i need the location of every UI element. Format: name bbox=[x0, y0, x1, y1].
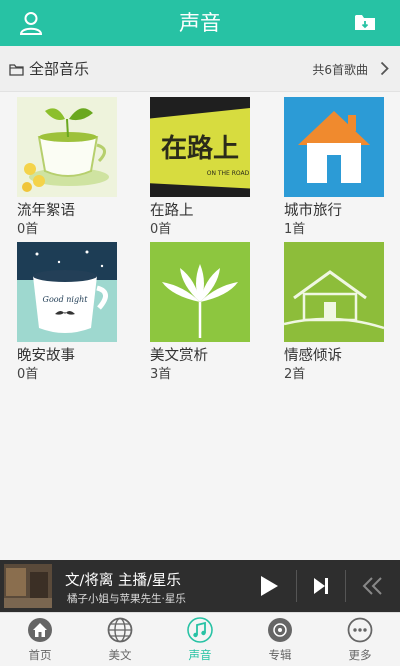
tab-label: 美文 bbox=[108, 648, 132, 662]
tab-albums[interactable]: 专辑 bbox=[240, 613, 320, 666]
album-cover-good-night-mug: Good night bbox=[17, 242, 117, 342]
folder-icon bbox=[9, 61, 24, 76]
album-song-count: 3首 bbox=[150, 367, 172, 382]
album-card[interactable]: 在路上 ON THE ROAD 在路上 0首 bbox=[150, 97, 250, 239]
tab-label: 更多 bbox=[348, 648, 372, 662]
album-card[interactable]: 城市旅行 1首 bbox=[284, 97, 384, 239]
album-name: 在路上 bbox=[150, 203, 194, 219]
now-playing-title: 文/将离 主播/星乐 bbox=[65, 573, 181, 589]
all-music-header[interactable]: 全部音乐 共6首歌曲 bbox=[0, 46, 400, 92]
all-music-label: 全部音乐 bbox=[29, 60, 90, 78]
album-name: 城市旅行 bbox=[284, 203, 342, 219]
player-divider bbox=[296, 570, 297, 602]
disc-icon bbox=[267, 617, 293, 643]
tab-label: 专辑 bbox=[268, 648, 292, 662]
cover-road-subtext: ON THE ROAD bbox=[207, 170, 250, 177]
album-song-count: 2首 bbox=[284, 367, 306, 382]
globe-icon bbox=[107, 617, 133, 643]
now-playing-artist: 橘子小姐与苹果先生·星乐 bbox=[67, 593, 186, 605]
home-icon bbox=[27, 617, 53, 643]
play-button[interactable] bbox=[248, 568, 288, 604]
player-divider bbox=[345, 570, 346, 602]
tab-label: 声音 bbox=[188, 648, 212, 662]
mini-player[interactable]: 文/将离 主播/星乐 橘子小姐与苹果先生·星乐 bbox=[0, 560, 400, 612]
tab-audio[interactable]: 声音 bbox=[160, 613, 240, 666]
album-song-count: 1首 bbox=[284, 222, 306, 237]
album-cover-green-house bbox=[284, 242, 384, 342]
cover-road-text: 在路上 bbox=[161, 133, 239, 164]
album-song-count: 0首 bbox=[17, 367, 39, 382]
album-grid: 流年絮语 0首 在路上 ON THE ROAD 在路上 0首 城市旅行 1首 G… bbox=[0, 92, 400, 560]
now-playing-cover[interactable] bbox=[4, 564, 52, 608]
album-cover-on-the-road: 在路上 ON THE ROAD bbox=[150, 97, 250, 197]
tab-home[interactable]: 首页 bbox=[0, 613, 80, 666]
tab-more[interactable]: 更多 bbox=[320, 613, 400, 666]
album-card[interactable]: 情感倾诉 2首 bbox=[284, 242, 384, 384]
collapse-player-icon[interactable] bbox=[354, 570, 394, 602]
album-cover-lotus bbox=[150, 242, 250, 342]
more-icon bbox=[347, 617, 373, 643]
album-card[interactable]: Good night 晚安故事 0首 bbox=[17, 242, 117, 384]
chevron-right-icon[interactable] bbox=[380, 61, 389, 76]
album-card[interactable]: 流年絮语 0首 bbox=[17, 97, 117, 239]
next-track-button[interactable] bbox=[300, 568, 340, 604]
bottom-tab-bar: 首页 美文 声音 专辑 更多 bbox=[0, 612, 400, 666]
album-song-count: 0首 bbox=[17, 222, 39, 237]
album-card[interactable]: 美文赏析 3首 bbox=[150, 242, 250, 384]
album-name: 美文赏析 bbox=[150, 348, 208, 364]
album-cover-house bbox=[284, 97, 384, 197]
cover-mug-text: Good night bbox=[43, 295, 89, 304]
album-name: 情感倾诉 bbox=[284, 348, 342, 364]
song-count: 共6首歌曲 bbox=[312, 63, 368, 77]
album-cover-tea-cup bbox=[17, 97, 117, 197]
download-folder-icon[interactable] bbox=[354, 12, 376, 32]
tab-articles[interactable]: 美文 bbox=[80, 613, 160, 666]
page-title: 声音 bbox=[179, 11, 221, 35]
music-note-icon bbox=[187, 617, 213, 643]
album-name: 晚安故事 bbox=[17, 348, 75, 364]
album-song-count: 0首 bbox=[150, 222, 172, 237]
top-bar: 声音 bbox=[0, 0, 400, 46]
album-name: 流年絮语 bbox=[17, 203, 75, 219]
tab-label: 首页 bbox=[28, 648, 52, 662]
